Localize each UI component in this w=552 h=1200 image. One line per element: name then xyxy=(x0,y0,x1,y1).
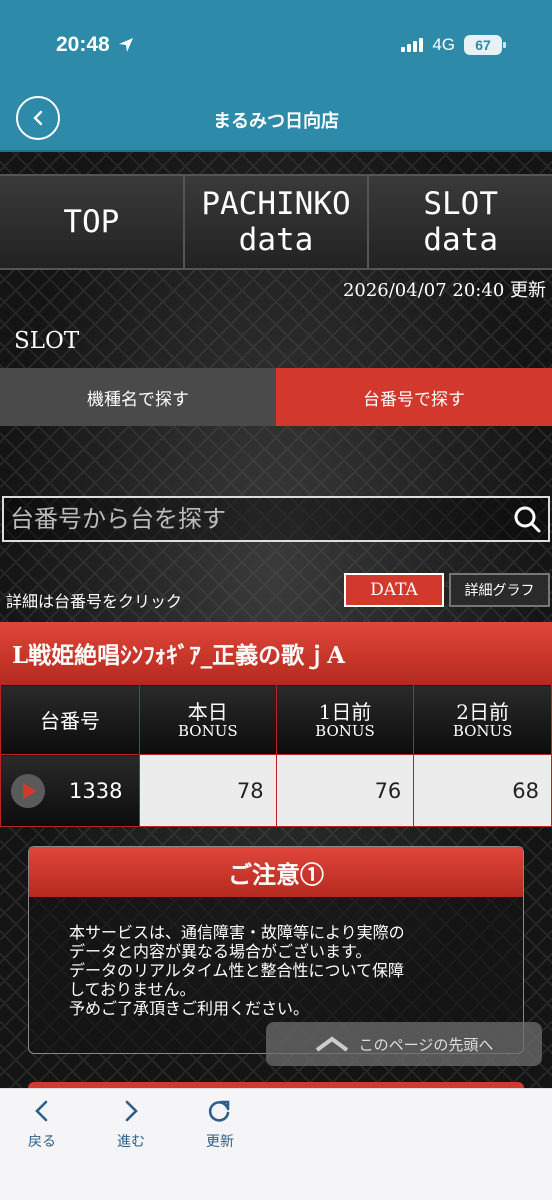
detail-graph-button[interactable]: 詳細グラフ xyxy=(449,573,550,607)
browser-reload-button[interactable]: 更新 xyxy=(190,1099,250,1151)
col-header-1day-label: 1日前 xyxy=(318,699,372,724)
notice-body: 本サービスは、通信障害・故障等により実際の データと内容が異なる場合がございます… xyxy=(69,923,405,1018)
status-right: 4G 67 xyxy=(401,35,506,55)
top-nav: TOP PACHINKO data SLOT data xyxy=(0,174,552,270)
machine-number-link[interactable]: 1338 xyxy=(11,773,127,808)
nav-top[interactable]: TOP xyxy=(0,176,185,268)
col-header-today-label: 本日 xyxy=(187,699,228,724)
app-header: まるみつ日向店 xyxy=(0,90,552,152)
browser-back-label: 戻る xyxy=(28,1134,56,1150)
battery-icon: 67 xyxy=(464,35,506,55)
updated-timestamp: 2026/04/07 20:40 更新 xyxy=(342,280,546,301)
data-button[interactable]: DATA xyxy=(344,573,444,607)
reload-icon xyxy=(208,1100,230,1122)
browser-toolbar: 戻る 進む 更新 xyxy=(0,1088,552,1200)
content-area: TOP PACHINKO data SLOT data 2026/04/07 2… xyxy=(0,152,552,1088)
back-button[interactable] xyxy=(16,96,60,140)
play-icon[interactable] xyxy=(11,773,45,808)
status-time: 20:48 xyxy=(56,33,134,57)
bonus-2day-cell: 68 xyxy=(413,754,552,827)
notice-title: ご注意① xyxy=(29,847,523,897)
browser-reload-label: 更新 xyxy=(206,1134,234,1150)
hint-text: 詳細は台番号をクリック xyxy=(6,592,183,611)
col-header-2day-label: 2日前 xyxy=(456,699,510,724)
col-header-number: 台番号 xyxy=(0,684,140,755)
tab-by-number[interactable]: 台番号で探す xyxy=(276,368,552,426)
col-header-today: 本日 BONUS xyxy=(138,684,277,755)
data-table: 台番号 本日 BONUS 1日前 BONUS 2日前 BONUS 1338 78 xyxy=(0,684,552,827)
col-header-2day: 2日前 BONUS xyxy=(413,684,552,755)
section-label: SLOT xyxy=(14,328,80,354)
col-header-today-sub: BONUS xyxy=(177,721,238,740)
chevron-right-icon xyxy=(125,1100,138,1122)
machine-number[interactable]: 1338 xyxy=(69,779,122,803)
page-title: まるみつ日向店 xyxy=(213,111,339,132)
tab-by-model[interactable]: 機種名で探す xyxy=(0,368,276,426)
col-header-1day: 1日前 BONUS xyxy=(275,684,415,755)
col-header-1day-sub: BONUS xyxy=(315,721,375,740)
col-header-number-label: 台番号 xyxy=(39,709,100,733)
chevron-left-icon xyxy=(35,1100,48,1122)
signal-icon xyxy=(401,38,424,52)
browser-forward-button[interactable]: 進む xyxy=(101,1099,161,1151)
search-icon[interactable] xyxy=(512,504,542,534)
bonus-today-cell: 78 xyxy=(138,754,277,827)
bonus-1day-cell: 76 xyxy=(275,754,415,827)
machine-number-cell[interactable]: 1338 xyxy=(0,754,140,827)
browser-back-button[interactable]: 戻る xyxy=(12,1099,72,1151)
search-input[interactable] xyxy=(10,505,512,533)
status-bar: 20:48 4G 67 xyxy=(0,0,552,90)
table-header-row: 台番号 本日 BONUS 1日前 BONUS 2日前 BONUS xyxy=(0,684,552,755)
clock-text: 20:48 xyxy=(56,33,110,56)
nav-pachinko-data[interactable]: PACHINKO data xyxy=(185,176,370,268)
battery-level: 67 xyxy=(475,37,491,53)
col-header-2day-sub: BONUS xyxy=(452,721,513,740)
browser-forward-label: 進む xyxy=(117,1134,145,1150)
machine-name-banner: L戦姫絶唱ｼﾝﾌｫｷﾞｱ_正義の歌ｊA xyxy=(0,622,552,684)
location-arrow-icon xyxy=(118,38,133,52)
scroll-to-top-label: このページの先頭へ xyxy=(358,1035,494,1054)
chevron-left-icon xyxy=(33,110,43,126)
network-label: 4G xyxy=(432,35,455,54)
table-row: 1338 78 76 68 xyxy=(0,754,552,827)
scroll-to-top-button[interactable]: このページの先頭へ xyxy=(266,1022,542,1066)
chevron-up-icon xyxy=(315,1036,348,1052)
nav-slot-data[interactable]: SLOT data xyxy=(369,176,552,268)
search-tabs: 機種名で探す 台番号で探す xyxy=(0,368,552,426)
search-box xyxy=(2,496,550,542)
